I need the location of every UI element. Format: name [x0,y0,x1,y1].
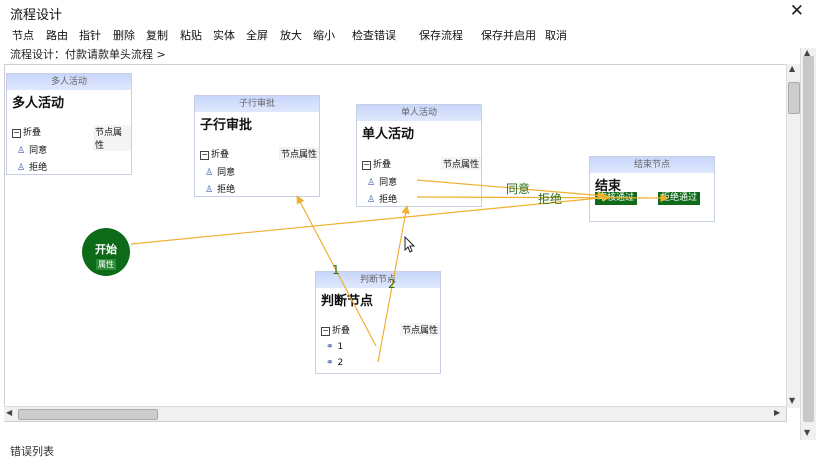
scroll-right-arrow-icon[interactable]: ▶ [774,408,780,417]
scroll-down-arrow-icon[interactable]: ▼ [789,396,795,405]
canvas-horizontal-scrollbar[interactable]: ◀ ▶ [4,406,786,421]
wire-label-agree: 同意 [506,182,531,196]
wire-label-reject: 拒绝 [538,192,563,206]
scroll-left-arrow-icon[interactable]: ◀ [6,408,12,417]
error-list-label[interactable]: 错误列表 [10,443,54,459]
canvas-hscroll-thumb[interactable] [18,409,158,420]
canvas-vscroll-thumb[interactable] [788,82,800,114]
error-list-panel[interactable]: 错误列表 [0,440,816,458]
cursor-icon [404,236,416,253]
wire-label-2: 2 [388,277,396,291]
flow-wires [130,179,669,363]
canvas-vertical-scrollbar[interactable]: ▲ ▼ [786,64,800,408]
scroll-up-arrow-icon[interactable]: ▲ [789,64,795,73]
wire-label-1: 1 [332,263,340,277]
